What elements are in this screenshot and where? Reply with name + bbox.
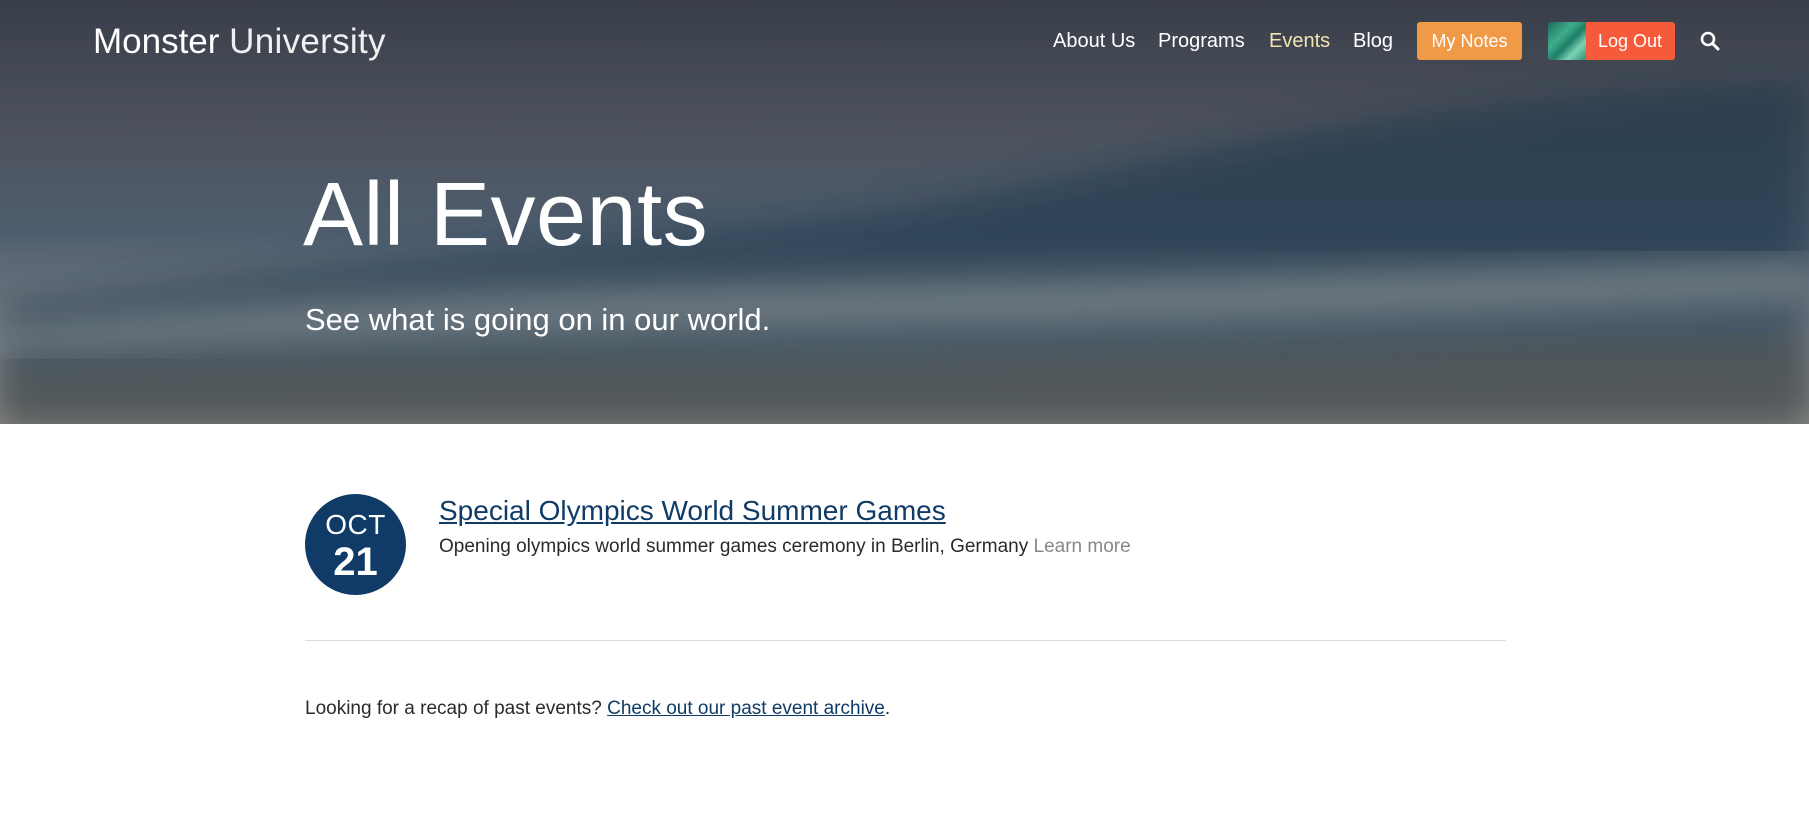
nav-link-programs[interactable]: Programs — [1158, 27, 1245, 55]
avatar — [1548, 22, 1586, 60]
archive-prefix-text: Looking for a recap of past events? — [305, 698, 602, 719]
event-date-badge: OCT 21 — [305, 494, 406, 595]
learn-more-link[interactable]: Learn more — [1034, 536, 1131, 557]
logout-button[interactable]: Log Out — [1548, 22, 1675, 60]
archive-note: Looking for a recap of past events? Chec… — [305, 695, 890, 723]
archive-suffix-text: . — [884, 698, 891, 719]
my-notes-button[interactable]: My Notes — [1417, 22, 1522, 60]
hero-banner: Monster University About Us Programs Eve… — [0, 0, 1809, 424]
event-item: OCT 21 Special Olympics World Summer Gam… — [305, 494, 1505, 604]
nav-link-about-us[interactable]: About Us — [1053, 27, 1135, 55]
divider — [305, 640, 1506, 641]
logout-label: Log Out — [1598, 31, 1663, 51]
event-title-link[interactable]: Special Olympics World Summer Games — [439, 494, 946, 528]
brand-name-strong: Monster — [93, 22, 220, 61]
brand-name-light: University — [229, 22, 386, 61]
page-title: All Events — [303, 165, 709, 265]
site-logo[interactable]: Monster University — [93, 20, 386, 64]
event-description: Opening olympics world summer games cere… — [439, 534, 1131, 560]
event-description-text: Opening olympics world summer games cere… — [439, 536, 1029, 557]
top-navigation: Monster University About Us Programs Eve… — [0, 0, 1809, 82]
nav-link-events[interactable]: Events — [1269, 27, 1330, 55]
event-date-month: OCT — [325, 509, 386, 540]
page-subtitle: See what is going on in our world. — [305, 302, 771, 337]
search-icon[interactable] — [1700, 31, 1720, 51]
past-event-archive-link[interactable]: Check out our past event archive — [607, 698, 885, 719]
event-date-day: 21 — [333, 540, 378, 584]
nav-link-blog[interactable]: Blog — [1353, 27, 1393, 55]
